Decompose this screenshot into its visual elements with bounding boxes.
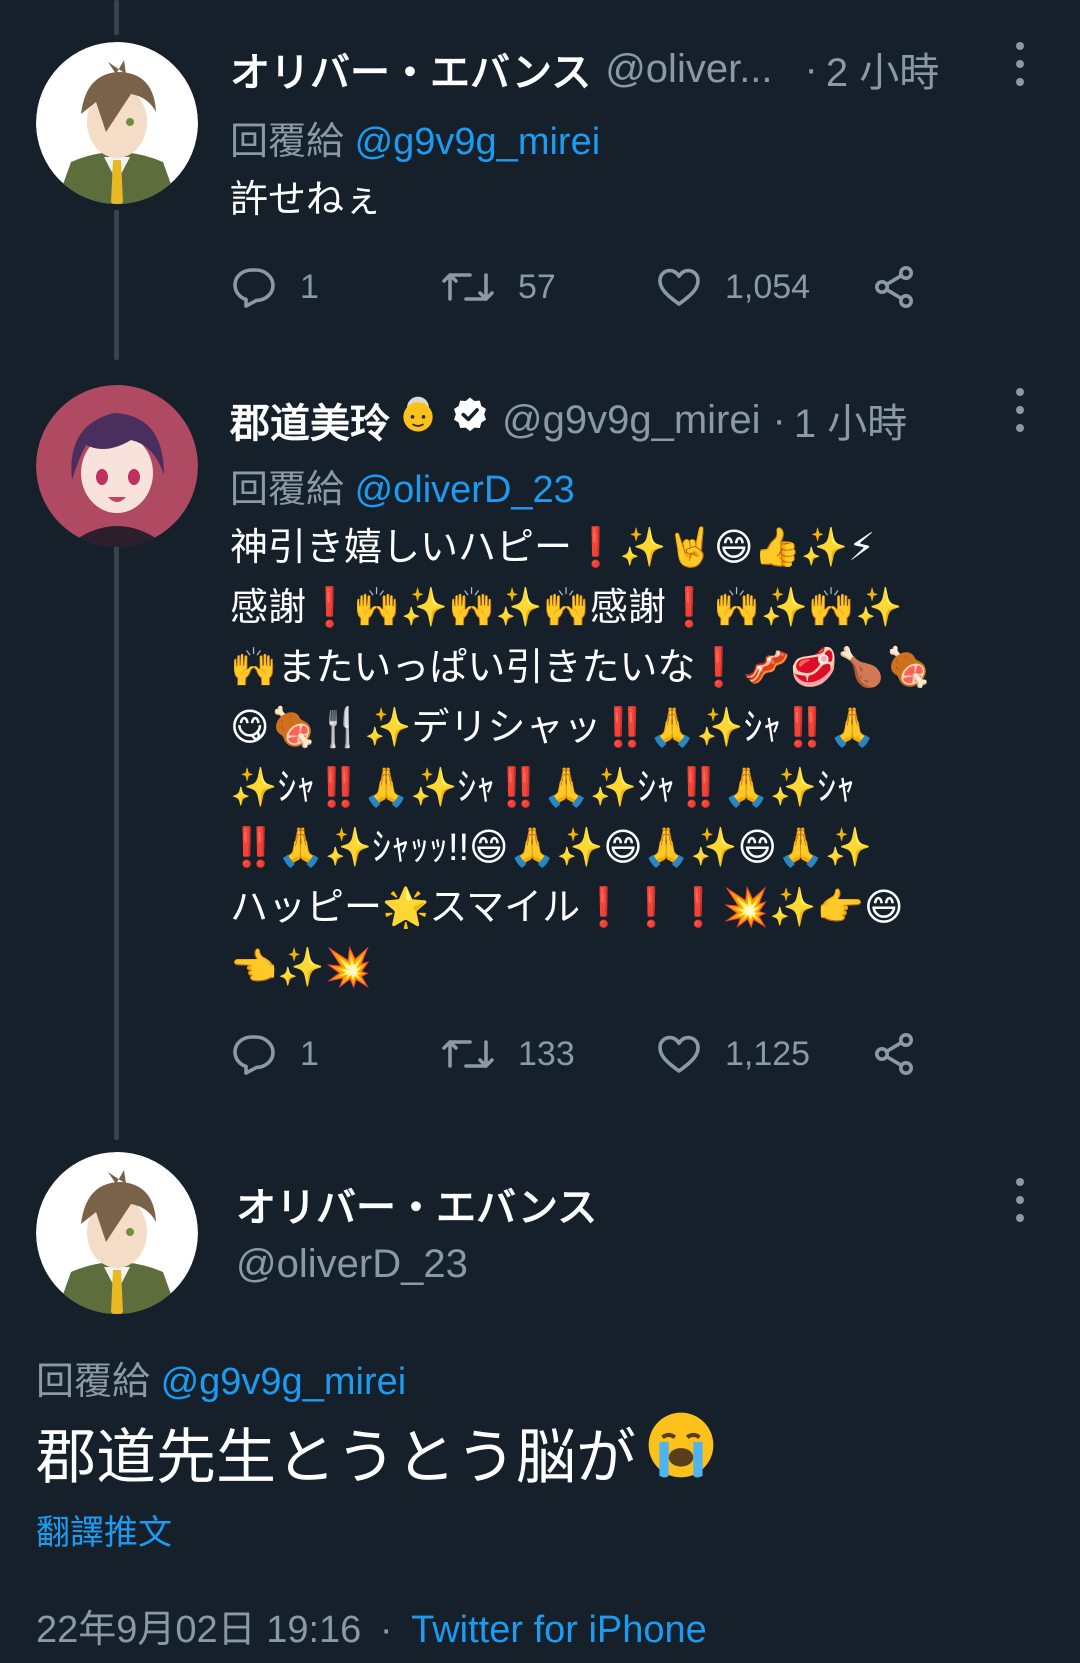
tweet-date[interactable]: 22年9月02日 19:16 bbox=[36, 1609, 361, 1651]
like-icon bbox=[658, 268, 700, 306]
share-icon bbox=[875, 1033, 913, 1075]
tweet-header: オリバー・エバンス bbox=[236, 1175, 597, 1233]
reply-to: 回覆給 @g9v9g_mirei bbox=[230, 110, 600, 165]
reply-prefix: 回覆給 bbox=[230, 121, 345, 163]
tweet-text-line: 感謝❗🙌✨🙌✨🙌感謝❗🙌✨🙌✨ bbox=[230, 587, 903, 629]
tweet-text-line: 神引き嬉しいハピー❗✨🤘😄👍✨⚡ bbox=[230, 527, 875, 569]
retweet-button[interactable]: 57 bbox=[440, 263, 556, 311]
thread-line-lower bbox=[114, 535, 119, 1140]
avatar-mirei[interactable] bbox=[36, 385, 198, 547]
share-icon bbox=[875, 266, 913, 308]
share-button[interactable] bbox=[870, 263, 918, 311]
retweet-icon bbox=[442, 1040, 494, 1068]
like-count: 1,125 bbox=[725, 1034, 811, 1073]
tweet-meta: 22年9月02日 19:16 · Twitter for iPhone bbox=[36, 1598, 707, 1653]
avatar-oliver[interactable] bbox=[36, 1152, 198, 1314]
reply-mention[interactable]: @g9v9g_mirei bbox=[355, 121, 601, 163]
share-button[interactable] bbox=[870, 1030, 918, 1078]
like-button[interactable]: 1,054 bbox=[655, 263, 810, 311]
like-button[interactable]: 1,125 bbox=[655, 1030, 810, 1078]
tweet-actions: 1 57 1,054 bbox=[230, 263, 930, 313]
reply-icon bbox=[233, 1035, 275, 1075]
thread-line-top bbox=[114, 0, 119, 35]
separator-dot: · bbox=[772, 397, 786, 442]
reply-icon bbox=[233, 268, 275, 308]
user-handle[interactable]: @oliver... bbox=[605, 47, 772, 92]
main-tweet-text: 郡道先生とうとう脳が bbox=[36, 1408, 718, 1496]
avatar-mirei-image bbox=[36, 385, 198, 547]
tweet-text: 神引き嬉しいハピー❗✨🤘😄👍✨⚡ 感謝❗🙌✨🙌✨🙌感謝❗🙌✨🙌✨ 🙌またいっぱい… bbox=[230, 518, 1050, 998]
more-options-icon[interactable] bbox=[1010, 388, 1030, 432]
like-icon bbox=[658, 1035, 700, 1073]
display-name[interactable]: 郡道美玲 bbox=[230, 391, 390, 449]
reply-count: 1 bbox=[300, 267, 319, 306]
user-handle[interactable]: @g9v9g_mirei bbox=[502, 398, 761, 443]
tweet-text-line: ‼️🙏✨ｼｬｯｯ!!😄🙏✨😄🙏✨😄🙏✨ bbox=[230, 827, 872, 869]
separator-dot: · bbox=[379, 1609, 393, 1651]
reply-to: 回覆給 @oliverD_23 bbox=[230, 458, 575, 513]
tweet-handle-row: @oliverD_23 bbox=[236, 1242, 468, 1287]
avatar-oliver-image bbox=[36, 42, 198, 204]
verified-badge-icon bbox=[450, 395, 490, 445]
separator-dot: · bbox=[804, 46, 818, 91]
tweet-header: 郡道美玲 @g9v9g_mirei · 1 小時 bbox=[230, 391, 907, 449]
tweet-text-line: ハッピー🌟スマイル❗❗❗💥✨👉😄 bbox=[230, 887, 904, 929]
main-tweet-text-content: 郡道先生とうとう脳が bbox=[36, 1423, 636, 1491]
more-options-icon[interactable] bbox=[1010, 42, 1030, 86]
tweet-header: オリバー・エバンス @oliver... · 2 小時 bbox=[230, 40, 939, 98]
translate-tweet-link[interactable]: 翻譯推文 bbox=[36, 1505, 172, 1554]
tweet-text: 許せねぇ bbox=[230, 179, 383, 221]
user-handle[interactable]: @oliverD_23 bbox=[236, 1242, 468, 1287]
reply-mention[interactable]: @oliverD_23 bbox=[355, 469, 575, 511]
crying-face-icon bbox=[644, 1408, 718, 1496]
avatar-oliver[interactable] bbox=[36, 42, 198, 204]
reply-button[interactable]: 1 bbox=[230, 263, 319, 311]
like-count: 1,054 bbox=[725, 267, 811, 306]
more-options-icon[interactable] bbox=[1010, 1178, 1030, 1222]
timestamp[interactable]: 2 小時 bbox=[826, 40, 939, 98]
tweet-source[interactable]: Twitter for iPhone bbox=[411, 1609, 707, 1651]
thread-line-middle bbox=[114, 210, 119, 360]
tweet-text-line: 😋🍖🍴✨デリシャッ‼️🙏✨ｼｬ‼️🙏 bbox=[230, 707, 877, 749]
retweet-count: 133 bbox=[518, 1034, 575, 1073]
reply-prefix: 回覆給 bbox=[36, 1361, 151, 1403]
retweet-count: 57 bbox=[518, 267, 556, 306]
tweet-text-line: ✨ｼｬ‼️🙏✨ｼｬ‼️🙏✨ｼｬ‼️🙏✨ｼｬ bbox=[230, 767, 856, 809]
reply-count: 1 bbox=[300, 1034, 319, 1073]
retweet-icon bbox=[442, 273, 494, 301]
display-name[interactable]: オリバー・エバンス bbox=[230, 40, 591, 98]
reply-mention[interactable]: @g9v9g_mirei bbox=[161, 1361, 407, 1403]
tweet-actions: 1 133 1,125 bbox=[230, 1030, 930, 1080]
reply-to: 回覆給 @g9v9g_mirei bbox=[36, 1350, 406, 1405]
tweet-text-line: 🙌またいっぱい引きたいな❗🥓🥩🍗🍖 bbox=[230, 647, 932, 689]
tweet-text-line: 👈✨💥 bbox=[230, 947, 372, 989]
reply-prefix: 回覆給 bbox=[230, 469, 345, 511]
timestamp[interactable]: 1 小時 bbox=[794, 391, 907, 449]
reply-button[interactable]: 1 bbox=[230, 1030, 319, 1078]
display-name[interactable]: オリバー・エバンス bbox=[236, 1175, 597, 1233]
elder-woman-emoji-icon bbox=[396, 393, 440, 447]
retweet-button[interactable]: 133 bbox=[440, 1030, 575, 1078]
avatar-oliver-image bbox=[36, 1152, 198, 1314]
